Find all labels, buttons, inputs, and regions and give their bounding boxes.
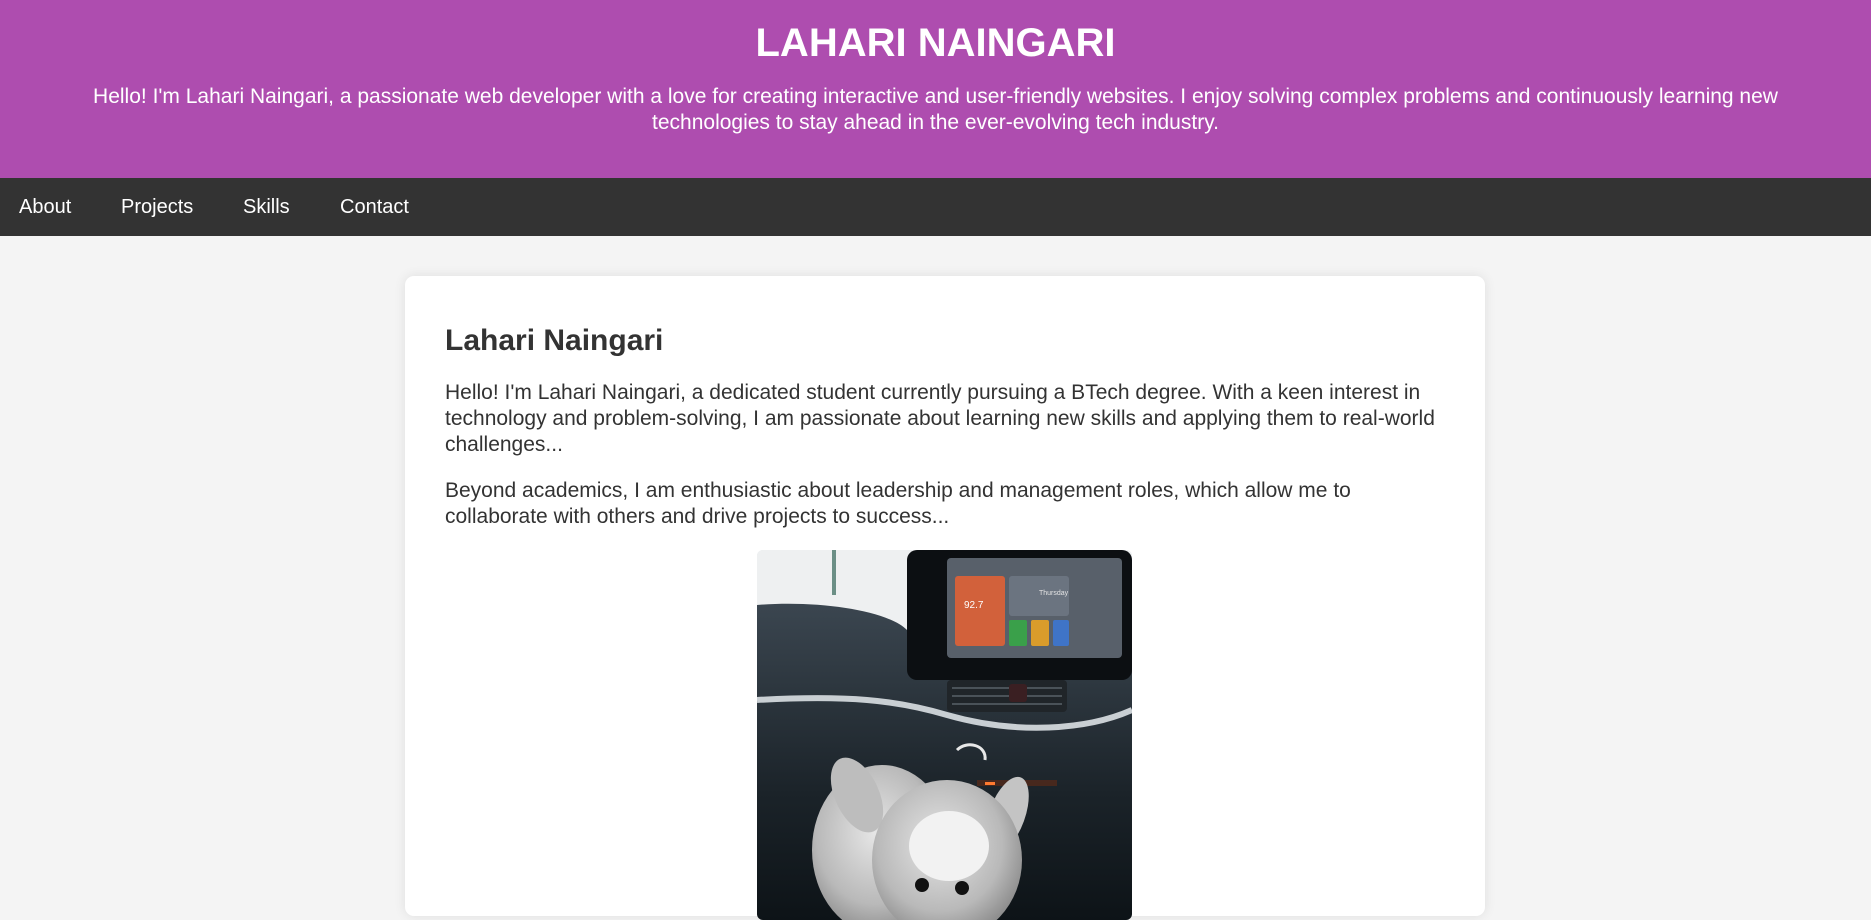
nav-link-contact[interactable]: Contact	[340, 178, 409, 236]
nav-link-skills[interactable]: Skills	[243, 178, 290, 236]
radio-frequency: 92.7	[964, 600, 984, 611]
about-paragraph-1: Hello! I'm Lahari Naingari, a dedicated …	[445, 381, 1435, 456]
nav-bar: About Projects Skills Contact	[0, 178, 1871, 236]
about-card: Lahari Naingari Hello! I'm Lahari Nainga…	[405, 276, 1485, 920]
about-heading: Lahari Naingari	[445, 324, 664, 357]
weather-day: Thursday	[1039, 590, 1069, 597]
site-title: LAHARI NAINGARI	[755, 21, 1116, 65]
about-paragraph-2: Beyond academics, I am enthusiastic abou…	[445, 479, 1351, 528]
site-intro: Hello! I'm Lahari Naingari, a passionate…	[93, 85, 1778, 134]
site-header: LAHARI NAINGARI Hello! I'm Lahari Nainga…	[0, 0, 1871, 178]
nav-link-about[interactable]: About	[19, 178, 71, 236]
nav-link-projects[interactable]: Projects	[121, 178, 193, 236]
profile-photo: 92.7 Thursday	[757, 550, 1132, 920]
